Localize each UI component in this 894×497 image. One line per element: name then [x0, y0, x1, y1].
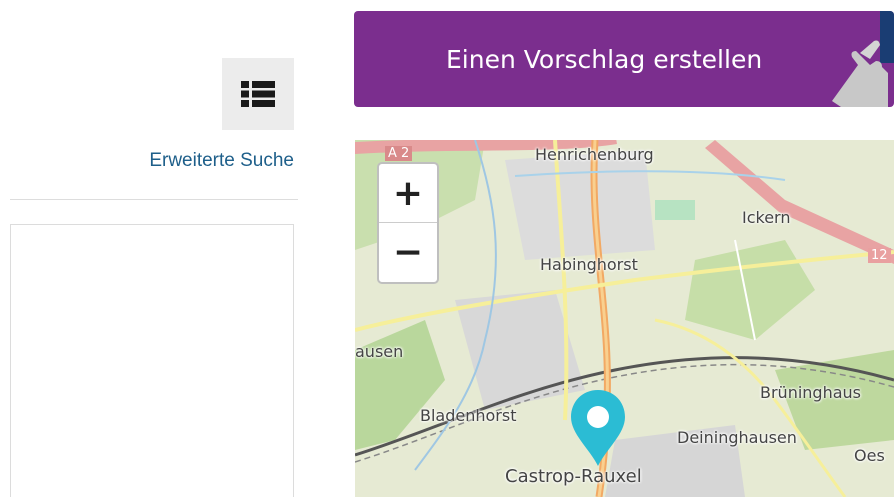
map-label-habinghorst: Habinghorst — [540, 255, 638, 274]
results-panel — [10, 224, 294, 497]
zoom-in-button[interactable]: + — [379, 164, 437, 223]
map-label-bladenhorst: Bladenhorst — [420, 406, 517, 425]
map-view[interactable]: Henrichenburg Ickern Habinghorst ausen B… — [355, 140, 894, 497]
divider — [10, 199, 298, 200]
zoom-control: + − — [377, 162, 439, 284]
create-proposal-button[interactable]: Einen Vorschlag erstellen — [354, 11, 894, 107]
map-label-a2: A 2 — [385, 146, 413, 161]
map-pin-icon[interactable] — [569, 388, 627, 468]
map-label-castrop-rauxel: Castrop-Rauxel — [505, 466, 642, 487]
advanced-search-link[interactable]: Erweiterte Suche — [149, 150, 294, 172]
map-label-hausen: ausen — [355, 342, 404, 361]
create-proposal-label: Einen Vorschlag erstellen — [446, 44, 763, 74]
map-label-deininghausen: Deininghausen — [677, 428, 797, 447]
list-view-toggle-button[interactable] — [222, 58, 294, 130]
left-panel: Erweiterte Suche — [0, 0, 300, 497]
zoom-out-button[interactable]: − — [379, 223, 437, 282]
map-label-road-12: 12 — [868, 248, 891, 263]
map-label-bruninghausen: Brüninghaus — [760, 383, 861, 402]
map-label-oes: Oes — [854, 446, 885, 465]
list-icon — [241, 81, 275, 107]
pointing-hand-icon — [832, 40, 888, 107]
map-label-henrichenburg: Henrichenburg — [535, 145, 654, 164]
map-label-ickern: Ickern — [742, 208, 791, 227]
